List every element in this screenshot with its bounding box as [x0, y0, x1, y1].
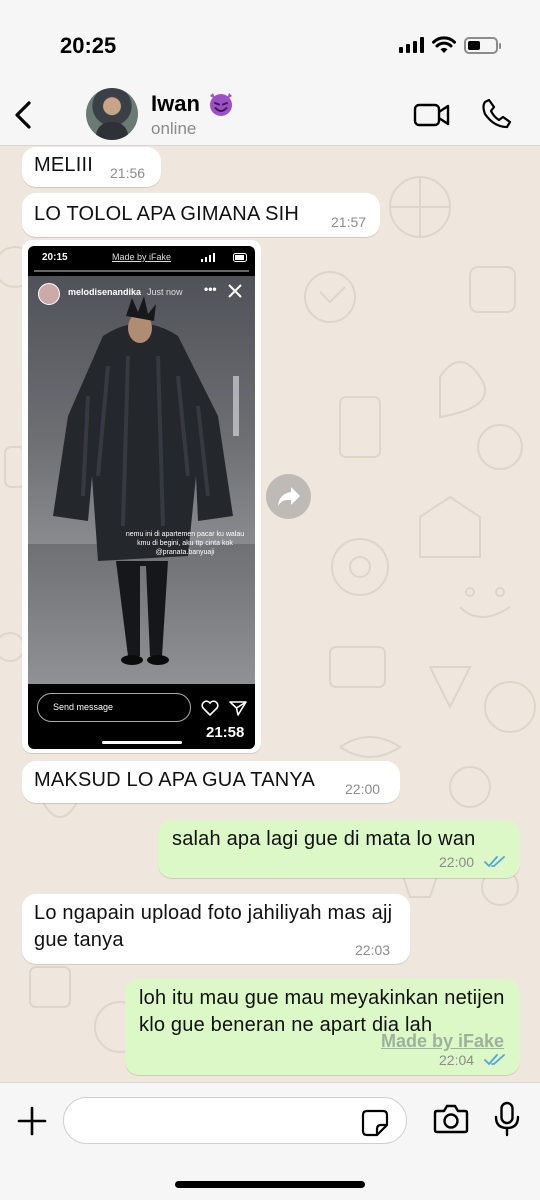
smiling-devil-emoji-icon: [210, 93, 232, 116]
phone-icon[interactable]: [480, 96, 514, 130]
incoming-message[interactable]: LO TOLOL APA GIMANA SIH 21:57: [22, 193, 380, 237]
avatar[interactable]: [86, 88, 138, 140]
story-status-time: 20:15: [42, 252, 68, 263]
message-time: 21:57: [331, 214, 367, 230]
story-posted-time: Just now: [147, 287, 183, 297]
contact-name[interactable]: Iwan: [151, 91, 200, 117]
incoming-message[interactable]: Lo ngapain upload foto jahiliyah mas ajj…: [22, 894, 410, 964]
message-time: 21:56: [110, 165, 146, 181]
message-time: 22:00: [439, 854, 475, 870]
read-receipt-icon: [484, 856, 505, 867]
plus-icon[interactable]: [16, 1105, 48, 1137]
story-share-icon: [229, 701, 247, 716]
cellular-signal-icon: [399, 37, 424, 53]
outgoing-message[interactable]: salah apa lagi gue di mata lo wan 22:00: [158, 820, 520, 878]
read-receipt-icon: [484, 1054, 505, 1065]
status-time: 20:25: [60, 33, 117, 58]
chevron-left-icon[interactable]: [10, 94, 40, 138]
story-screenshot-image[interactable]: 20:15 Made by iFake melodisenandika Just…: [28, 246, 255, 749]
story-username: melodisenandika: [68, 287, 142, 297]
wifi-icon: [432, 36, 456, 53]
message-time: 21:58: [206, 724, 245, 741]
story-heart-icon: [201, 700, 219, 716]
home-indicator[interactable]: [175, 1181, 365, 1188]
video-camera-icon[interactable]: [412, 100, 452, 130]
microphone-icon[interactable]: [493, 1101, 521, 1137]
story-made-by-label: Made by iFake: [112, 252, 172, 262]
story-signal-icon: [201, 253, 215, 262]
message-input[interactable]: [63, 1097, 407, 1144]
status-icons: [399, 36, 501, 54]
message-text: Lo ngapain upload foto jahiliyah mas ajj…: [34, 902, 393, 951]
forward-icon[interactable]: [266, 474, 311, 519]
watermark: Made by iFake: [381, 1031, 505, 1051]
incoming-message[interactable]: MELIII 21:56: [22, 147, 161, 187]
contact-status: online: [151, 119, 197, 138]
chat-area[interactable]: MELIII 21:56 LO TOLOL APA GIMANA SIH 21:…: [0, 147, 540, 1082]
story-progress-bar: [34, 270, 249, 272]
outgoing-message[interactable]: loh itu mau gue mau meyakinkan netijen k…: [125, 979, 520, 1075]
message-time: 22:04: [439, 1052, 475, 1068]
camera-icon[interactable]: [433, 1103, 469, 1135]
story-send-message-field: Send message: [37, 693, 191, 722]
chat-header: Iwan online: [0, 88, 540, 146]
status-bar: 20:25: [0, 0, 540, 88]
story-caption: nemu ini di apartemen pacar ku walau kmu…: [125, 531, 245, 556]
story-close-icon: [228, 284, 242, 298]
story-home-indicator: [102, 741, 182, 744]
battery-icon: [464, 36, 501, 54]
input-bar: [0, 1082, 540, 1200]
message-text: MELIII: [34, 154, 93, 176]
message-time: 22:03: [355, 942, 391, 958]
story-profile-picture: [38, 283, 60, 305]
story-battery-icon: [233, 253, 247, 262]
message-text: salah apa lagi gue di mata lo wan: [172, 828, 476, 850]
runway-photo: [28, 276, 255, 684]
message-time: 22:00: [345, 781, 381, 797]
incoming-message[interactable]: MAKSUD LO APA GUA TANYA 22:00: [22, 761, 400, 803]
story-more-options: •••: [204, 282, 217, 296]
message-text: MAKSUD LO APA GUA TANYA: [34, 769, 315, 791]
message-text: LO TOLOL APA GIMANA SIH: [34, 203, 300, 225]
sticker-icon[interactable]: [361, 1109, 389, 1137]
